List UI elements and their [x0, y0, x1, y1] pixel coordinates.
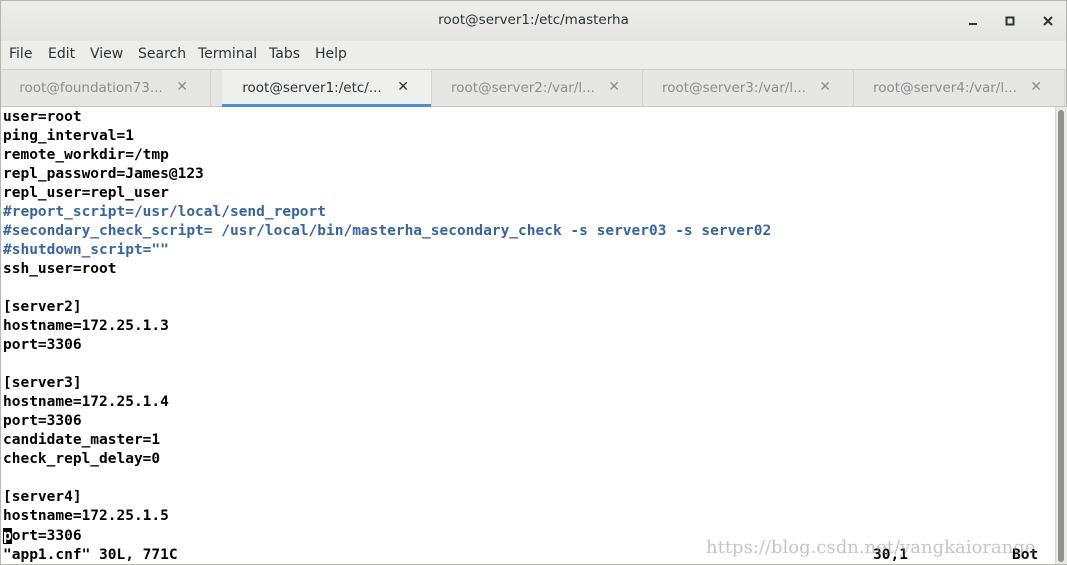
- close-icon[interactable]: ✕: [608, 79, 620, 95]
- tab-server4[interactable]: root@server4:/var/l... ✕: [855, 70, 1065, 106]
- config-line: port=3306: [3, 413, 82, 429]
- config-line: port=3306: [3, 337, 82, 353]
- vim-status-file: "app1.cnf" 30L, 771C: [3, 547, 178, 563]
- menu-help[interactable]: Help: [315, 46, 347, 62]
- scrollbar[interactable]: [1055, 107, 1067, 564]
- tab-foundation73[interactable]: root@foundation73... ✕: [1, 70, 211, 106]
- config-line: user=root: [3, 109, 82, 125]
- close-icon[interactable]: ✕: [176, 79, 188, 95]
- scroll-thumb[interactable]: [1058, 110, 1064, 562]
- config-line: candidate_master=1: [3, 432, 161, 448]
- tab-label: root@server2:/var/l...: [451, 80, 595, 96]
- tab-label: root@server3:/var/l...: [662, 80, 806, 96]
- close-icon[interactable]: ✕: [819, 79, 831, 95]
- close-icon[interactable]: ✕: [397, 79, 409, 95]
- config-line: [server2]: [3, 299, 82, 315]
- config-line: hostname=172.25.1.3: [3, 318, 169, 334]
- menu-tabs[interactable]: Tabs: [269, 46, 300, 62]
- title-bar[interactable]: root@server1:/etc/masterha: [1, 1, 1066, 41]
- menu-search[interactable]: Search: [138, 46, 186, 62]
- tab-label: root@foundation73...: [19, 80, 163, 96]
- watermark: https://blog.csdn.net/yangkaiorange: [706, 537, 1036, 558]
- comment-line: #report_script=/usr/local/send_report: [3, 204, 327, 220]
- config-line: [server3]: [3, 375, 82, 391]
- minimize-icon[interactable]: [962, 10, 984, 32]
- tab-label: root@server4:/var/l...: [873, 80, 1017, 96]
- tab-server3[interactable]: root@server3:/var/l... ✕: [644, 70, 854, 106]
- tab-server2[interactable]: root@server2:/var/l... ✕: [433, 70, 643, 106]
- comment-line: #shutdown_script="": [3, 242, 169, 258]
- config-line: repl_user=repl_user: [3, 185, 169, 201]
- tab-bar: root@foundation73... ✕ root@server1:/etc…: [1, 69, 1066, 107]
- close-icon[interactable]: ✕: [1030, 79, 1042, 95]
- menu-edit[interactable]: Edit: [48, 46, 75, 62]
- config-line: [server4]: [3, 489, 82, 505]
- config-line: remote_workdir=/tmp: [3, 147, 169, 163]
- cursor-line-rest: ort=3306: [11, 528, 82, 544]
- menu-view[interactable]: View: [90, 46, 123, 62]
- text-cursor: p: [3, 528, 12, 544]
- tab-server1[interactable]: root@server1:/etc/... ✕: [222, 70, 432, 107]
- config-line: check_repl_delay=0: [3, 451, 161, 467]
- maximize-icon[interactable]: [999, 10, 1021, 32]
- menu-bar: File Edit View Search Terminal Tabs Help: [1, 41, 1066, 69]
- close-icon[interactable]: [1037, 10, 1059, 32]
- menu-file[interactable]: File: [9, 46, 32, 62]
- comment-line: #secondary_check_script= /usr/local/bin/…: [3, 223, 772, 239]
- menu-terminal[interactable]: Terminal: [198, 46, 257, 62]
- config-line: hostname=172.25.1.4: [3, 394, 169, 410]
- cursor-line: port=3306: [3, 527, 82, 546]
- config-line: ssh_user=root: [3, 261, 117, 277]
- terminal-window: root@server1:/etc/masterha File Edit Vie…: [0, 0, 1067, 565]
- config-line: hostname=172.25.1.5: [3, 508, 169, 524]
- tab-label: root@server1:/etc/...: [242, 80, 382, 96]
- config-line: ping_interval=1: [3, 128, 134, 144]
- window-title: root@server1:/etc/masterha: [438, 12, 629, 28]
- terminal-output[interactable]: hostname=172.25.1.5 [server4] check_repl_d…: [1, 107, 1055, 564]
- config-line: repl_password=James@123: [3, 166, 204, 182]
